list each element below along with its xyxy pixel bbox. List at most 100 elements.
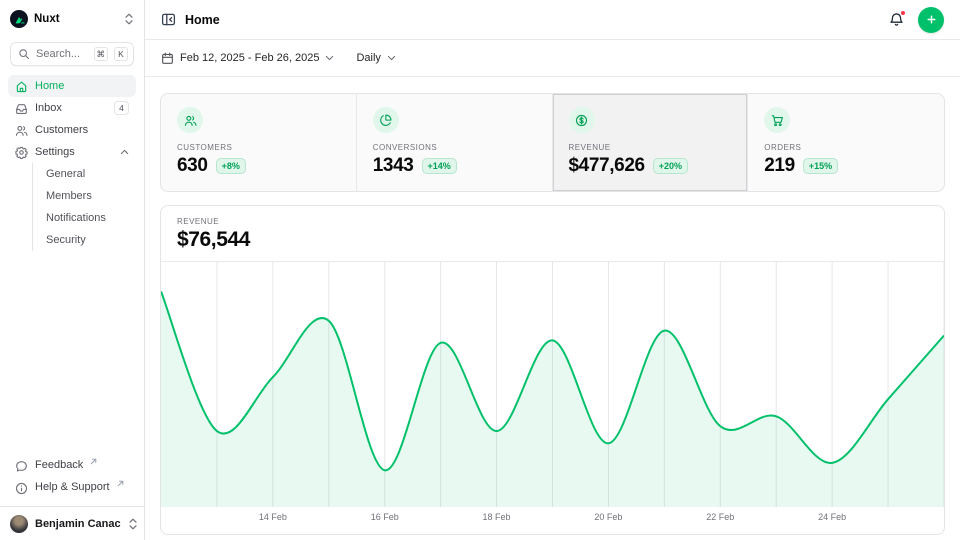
date-range-picker[interactable]: Feb 12, 2025 - Feb 26, 2025 [161, 52, 334, 65]
stats-row: CUSTOMERS 630 +8% CONVERSIONS 1343 +14% [160, 93, 945, 192]
sidebar-footer: Feedback Help & Support [0, 456, 144, 506]
notification-dot [900, 10, 906, 16]
chevron-down-icon [325, 54, 334, 62]
submenu-label: Notifications [46, 212, 106, 224]
add-button[interactable] [918, 7, 944, 33]
chevron-up-icon [120, 148, 129, 156]
x-axis-label: 14 Feb [259, 512, 287, 522]
stat-label: REVENUE [569, 143, 732, 152]
stat-delta-badge: +15% [803, 158, 838, 174]
stat-value: 630 [177, 155, 208, 177]
page-title: Home [185, 13, 220, 27]
sidebar-item-members[interactable]: Members [33, 185, 136, 207]
kbd-k: K [114, 47, 128, 61]
revenue-chart[interactable] [161, 262, 944, 507]
sidebar-item-label: Customers [35, 124, 88, 136]
avatar [10, 515, 28, 533]
dashboard-content: CUSTOMERS 630 +8% CONVERSIONS 1343 +14% [145, 77, 960, 535]
sidebar-item-general[interactable]: General [33, 163, 136, 185]
search-icon [18, 48, 30, 60]
sidebar-item-customers[interactable]: Customers [8, 119, 136, 141]
external-link-icon [117, 480, 124, 487]
help-support-link[interactable]: Help & Support [8, 478, 136, 500]
x-axis-label: 18 Feb [483, 512, 511, 522]
users-icon [15, 124, 28, 137]
home-icon [15, 80, 28, 93]
gear-icon [15, 146, 28, 159]
sidebar-item-inbox[interactable]: Inbox 4 [8, 97, 136, 119]
sidebar-item-home[interactable]: Home [8, 75, 136, 97]
x-axis-label: 24 Feb [818, 512, 846, 522]
stat-card-orders[interactable]: ORDERS 219 +15% [748, 94, 944, 191]
sidebar-item-settings[interactable]: Settings [8, 141, 136, 163]
stat-label: CONVERSIONS [373, 143, 536, 152]
inbox-icon [15, 102, 28, 115]
stat-card-revenue[interactable]: REVENUE $477,626 +20% [553, 94, 749, 191]
calendar-icon [161, 52, 174, 65]
search-placeholder: Search... [36, 48, 88, 60]
x-axis: 14 Feb 16 Feb 18 Feb 20 Feb 22 Feb 24 Feb [161, 507, 944, 529]
sidebar-item-label: Inbox [35, 102, 62, 114]
stat-card-conversions[interactable]: CONVERSIONS 1343 +14% [357, 94, 553, 191]
area-chart-svg [161, 262, 944, 507]
external-link-icon [90, 458, 97, 465]
x-axis-label: 20 Feb [594, 512, 622, 522]
sidebar-item-label: Home [35, 80, 64, 92]
filters-toolbar: Feb 12, 2025 - Feb 26, 2025 Daily [145, 40, 960, 77]
nuxt-logo-icon [10, 10, 28, 28]
chart-title: REVENUE [177, 217, 928, 226]
chevrons-up-down-icon [128, 518, 138, 530]
notifications-button[interactable] [889, 12, 904, 27]
inbox-count-badge: 4 [114, 101, 129, 115]
submenu-label: General [46, 168, 85, 180]
stat-label: ORDERS [764, 143, 928, 152]
submenu-label: Security [46, 234, 86, 246]
sidebar-spacer [0, 251, 144, 456]
stat-label: CUSTOMERS [177, 143, 340, 152]
period-select[interactable]: Daily [356, 52, 395, 64]
workspace-switcher[interactable]: Nuxt [0, 0, 144, 32]
x-axis-label: 22 Feb [706, 512, 734, 522]
kbd-cmd: ⌘ [94, 47, 109, 61]
header-actions [889, 7, 944, 33]
user-name: Benjamin Canac [35, 518, 121, 530]
sidebar: Nuxt Search... ⌘ K Home [0, 0, 145, 540]
settings-submenu: General Members Notifications Security [32, 163, 136, 251]
info-circle-icon [15, 482, 28, 495]
stat-value: 1343 [373, 155, 414, 177]
stat-delta-badge: +14% [422, 158, 457, 174]
revenue-chart-panel: REVENUE $76,544 14 Feb 16 Feb 18 Feb 20 Feb… [160, 205, 945, 535]
stat-value: 219 [764, 155, 795, 177]
chart-total-value: $76,544 [177, 228, 928, 252]
pie-chart-icon [373, 107, 399, 133]
user-menu[interactable]: Benjamin Canac [0, 506, 144, 540]
chart-header: REVENUE $76,544 [161, 206, 944, 262]
stat-delta-badge: +8% [216, 158, 246, 174]
footer-link-label: Help & Support [35, 481, 110, 493]
chevrons-up-down-icon [124, 13, 134, 25]
users-icon [177, 107, 203, 133]
period-value: Daily [356, 52, 380, 64]
panel-collapse-icon[interactable] [161, 12, 176, 27]
sidebar-item-notifications[interactable]: Notifications [33, 207, 136, 229]
submenu-label: Members [46, 190, 92, 202]
dollar-circle-icon [569, 107, 595, 133]
footer-link-label: Feedback [35, 459, 83, 471]
stat-delta-badge: +20% [653, 158, 688, 174]
cart-icon [764, 107, 790, 133]
page-header: Home [145, 0, 960, 40]
sidebar-item-security[interactable]: Security [33, 229, 136, 251]
sidebar-nav: Home Inbox 4 Customers Settings [0, 75, 144, 251]
chevron-down-icon [387, 54, 396, 62]
date-range-value: Feb 12, 2025 - Feb 26, 2025 [180, 52, 319, 64]
stat-card-customers[interactable]: CUSTOMERS 630 +8% [161, 94, 357, 191]
stat-value: $477,626 [569, 155, 645, 177]
x-axis-label: 16 Feb [371, 512, 399, 522]
feedback-link[interactable]: Feedback [8, 456, 136, 478]
sidebar-item-label: Settings [35, 146, 75, 158]
workspace-name: Nuxt [34, 13, 60, 25]
search-input[interactable]: Search... ⌘ K [10, 42, 134, 66]
main-area: Home Feb 12, 2025 - Feb 26, 2025 [145, 0, 960, 540]
chat-bubble-icon [15, 460, 28, 473]
app-root: Nuxt Search... ⌘ K Home [0, 0, 960, 540]
